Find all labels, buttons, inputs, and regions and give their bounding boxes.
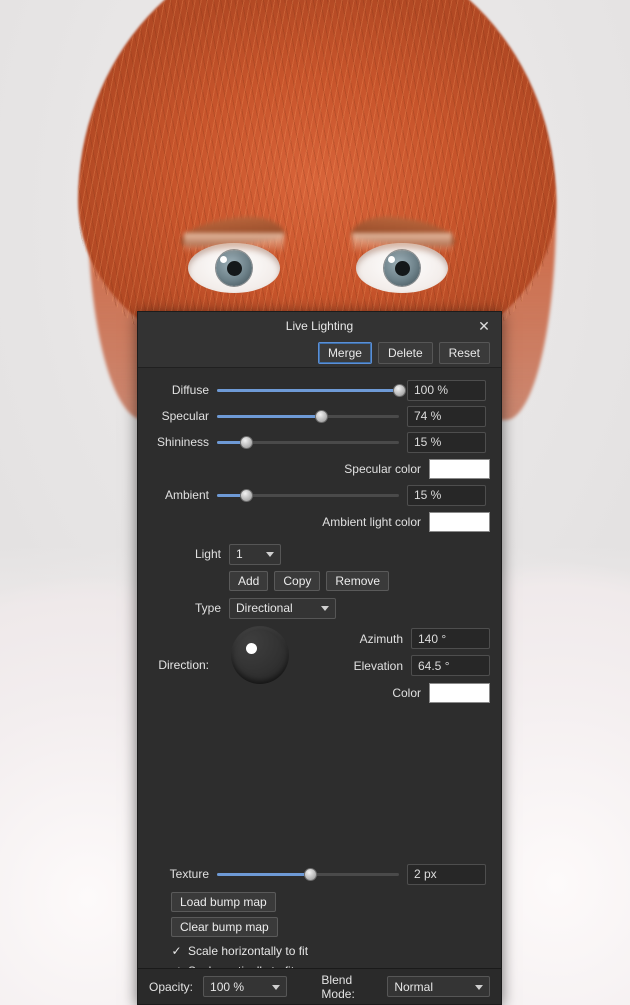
slider-fill bbox=[217, 415, 321, 418]
slider-fill bbox=[217, 873, 310, 876]
light-row: Light 1 bbox=[149, 542, 490, 566]
elevation-label: Elevation bbox=[353, 658, 403, 673]
slider-knob[interactable] bbox=[240, 489, 254, 502]
specular-color-row: Specular color bbox=[149, 456, 490, 481]
slider-fill bbox=[217, 389, 399, 392]
chevron-down-icon bbox=[475, 984, 483, 990]
elevation-row: Elevation 64.5 ° bbox=[307, 653, 490, 678]
ambient-slider[interactable] bbox=[217, 483, 399, 507]
scale-vertically-label: Scale vertically to fit bbox=[188, 964, 294, 968]
light-buttons-row: Add Copy Remove bbox=[149, 569, 490, 593]
diffuse-label: Diffuse bbox=[171, 383, 209, 397]
shininess-label: Shininess bbox=[156, 435, 209, 449]
panel-footer: Opacity: 100 % Blend Mode: Normal bbox=[138, 968, 501, 1004]
slider-knob[interactable] bbox=[240, 436, 254, 449]
ambient-light-color-swatch[interactable] bbox=[429, 511, 490, 532]
footer-blend-select[interactable]: Normal bbox=[387, 976, 490, 997]
ambient-light-color-label: Ambient light color bbox=[322, 514, 421, 529]
specular-slider[interactable] bbox=[217, 404, 399, 428]
live-lighting-panel: Live Lighting ✕ Merge Delete Reset Diffu… bbox=[137, 311, 502, 1005]
copy-light-button[interactable]: Copy bbox=[274, 571, 321, 591]
azimuth-label: Azimuth bbox=[359, 631, 403, 646]
texture-section: Texture 2 px Load bump map Clear bump ma… bbox=[149, 862, 490, 968]
texture-slider[interactable] bbox=[217, 862, 399, 886]
specular-label: Specular bbox=[161, 409, 209, 423]
load-bump-map-button[interactable]: Load bump map bbox=[171, 892, 276, 912]
direction-label: Direction: bbox=[158, 658, 209, 672]
light-color-label: Color bbox=[392, 685, 421, 700]
close-icon[interactable]: ✕ bbox=[473, 316, 495, 336]
specular-color-label: Specular color bbox=[344, 461, 421, 476]
diffuse-slider[interactable] bbox=[217, 378, 406, 402]
panel-body: Diffuse 100 % Specular 74 % Shininess 15… bbox=[138, 368, 501, 968]
texture-row: Texture 2 px bbox=[149, 862, 490, 886]
footer-opacity-label: Opacity: bbox=[149, 979, 194, 994]
footer-blend-value: Normal bbox=[394, 979, 433, 994]
type-row: Type Directional bbox=[149, 596, 490, 620]
check-icon: ✓ bbox=[171, 943, 182, 958]
photo-eye-glint bbox=[220, 256, 227, 263]
specular-value[interactable]: 74 % bbox=[407, 405, 486, 427]
ambient-value[interactable]: 15 % bbox=[407, 484, 486, 506]
shininess-row: Shininess 15 % bbox=[149, 430, 490, 454]
photo-pupil bbox=[395, 261, 410, 276]
shininess-slider[interactable] bbox=[217, 430, 399, 454]
light-color-swatch[interactable] bbox=[429, 682, 490, 703]
scale-horizontally-label: Scale horizontally to fit bbox=[188, 944, 309, 958]
photo-eye-glint bbox=[388, 256, 395, 263]
slider-knob[interactable] bbox=[314, 410, 328, 423]
azimuth-row: Azimuth 140 ° bbox=[307, 626, 490, 651]
chevron-down-icon bbox=[266, 552, 274, 557]
light-select-value: 1 bbox=[236, 547, 243, 561]
panel-titlebar[interactable]: Live Lighting ✕ bbox=[138, 312, 501, 339]
photo-eye-right bbox=[352, 233, 452, 293]
merge-button[interactable]: Merge bbox=[317, 342, 372, 364]
panel-toolbar: Merge Delete Reset bbox=[138, 339, 501, 368]
footer-opacity-value: 100 % bbox=[210, 979, 245, 994]
scale-horizontally-checkbox[interactable]: ✓ Scale horizontally to fit bbox=[171, 941, 490, 961]
scale-vertically-checkbox[interactable]: ✓ Scale vertically to fit bbox=[171, 961, 490, 968]
ambient-label: Ambient bbox=[164, 488, 209, 502]
type-select-value: Directional bbox=[236, 601, 293, 615]
remove-light-button[interactable]: Remove bbox=[326, 571, 390, 591]
light-color-row: Color bbox=[307, 680, 490, 705]
chevron-down-icon bbox=[321, 606, 329, 611]
light-label: Light bbox=[194, 547, 221, 561]
delete-button[interactable]: Delete bbox=[377, 342, 433, 364]
photo-pupil bbox=[227, 261, 242, 276]
shininess-value[interactable]: 15 % bbox=[407, 431, 486, 453]
photo-eye-left bbox=[184, 233, 284, 293]
ambient-row: Ambient 15 % bbox=[149, 483, 490, 507]
diffuse-row: Diffuse 100 % bbox=[149, 378, 490, 402]
diffuse-value[interactable]: 100 % bbox=[407, 379, 486, 401]
photo-eyelid bbox=[184, 233, 284, 253]
slider-knob[interactable] bbox=[393, 384, 406, 397]
light-select[interactable]: 1 bbox=[229, 543, 281, 565]
type-select[interactable]: Directional bbox=[229, 597, 336, 619]
chevron-down-icon bbox=[272, 984, 281, 990]
direction-fields: Azimuth 140 ° Elevation 64.5 ° Color bbox=[307, 626, 490, 707]
type-label: Type bbox=[194, 601, 221, 615]
reset-button[interactable]: Reset bbox=[438, 342, 490, 364]
texture-label: Texture bbox=[169, 867, 209, 881]
texture-value[interactable]: 2 px bbox=[407, 863, 486, 885]
direction-handle[interactable] bbox=[246, 643, 257, 654]
clear-bump-map-button[interactable]: Clear bump map bbox=[171, 917, 278, 937]
azimuth-value[interactable]: 140 ° bbox=[411, 628, 490, 649]
ambient-light-color-row: Ambient light color bbox=[149, 509, 490, 534]
specular-row: Specular 74 % bbox=[149, 404, 490, 428]
direction-sphere[interactable] bbox=[231, 626, 289, 684]
add-light-button[interactable]: Add bbox=[229, 571, 269, 591]
direction-block: Direction: Azimuth 140 ° Elevation 64.5 … bbox=[149, 626, 490, 707]
specular-color-swatch[interactable] bbox=[429, 458, 490, 479]
elevation-value[interactable]: 64.5 ° bbox=[411, 655, 490, 676]
slider-knob[interactable] bbox=[303, 868, 317, 881]
photo-eyelid bbox=[352, 233, 452, 253]
check-icon: ✓ bbox=[171, 965, 182, 969]
footer-blend-label: Blend Mode: bbox=[321, 972, 355, 1001]
panel-title: Live Lighting bbox=[285, 318, 354, 333]
footer-opacity-select[interactable]: 100 % bbox=[203, 976, 288, 997]
